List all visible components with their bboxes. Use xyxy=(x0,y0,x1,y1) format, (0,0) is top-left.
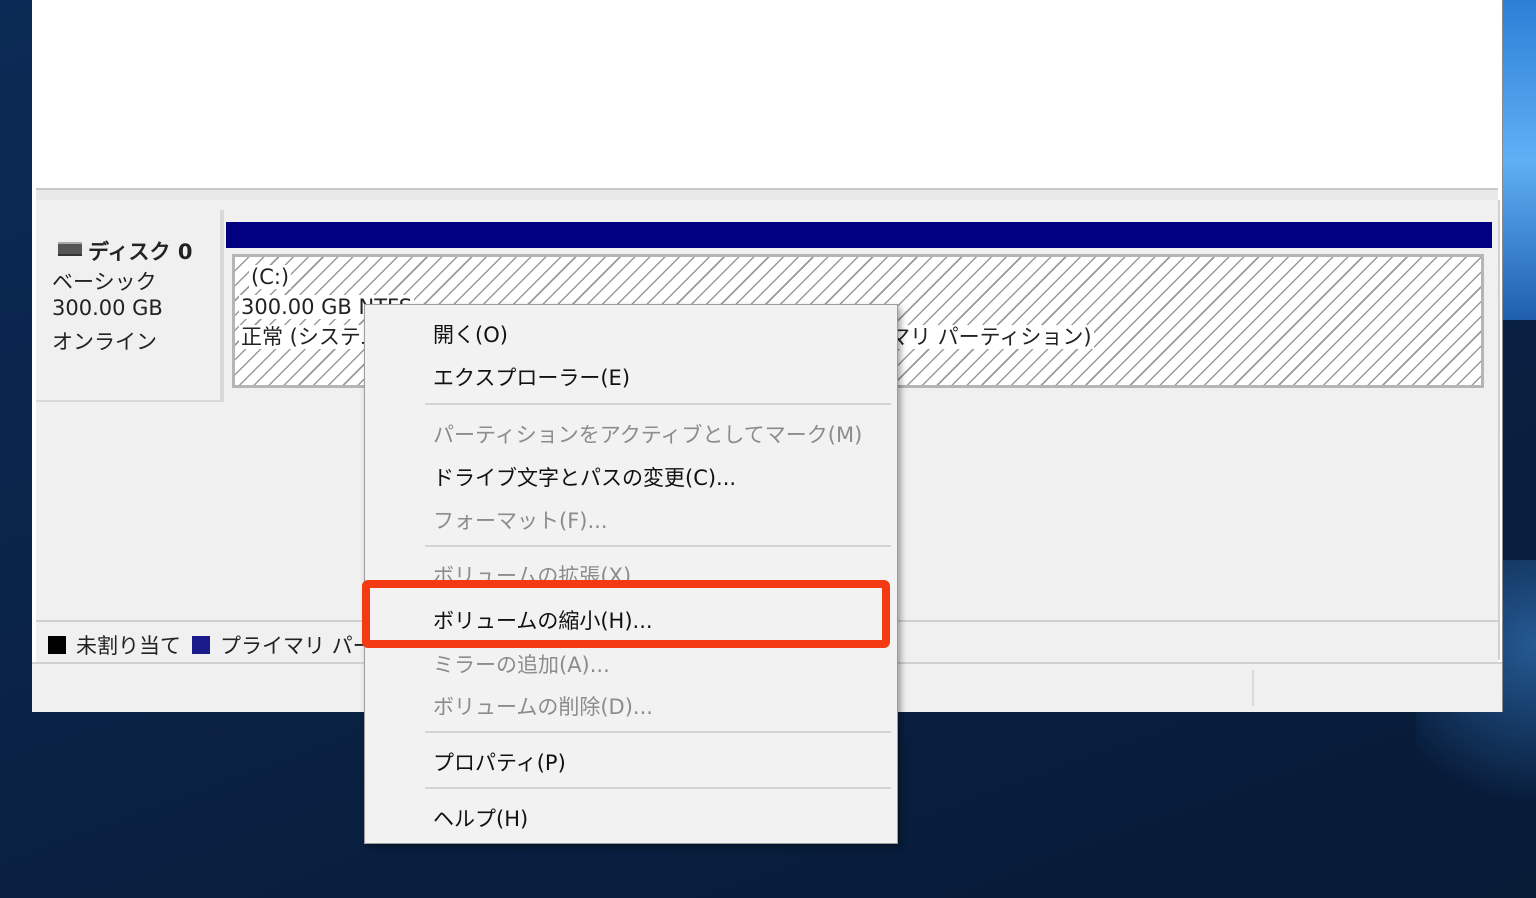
context-menu: 開く(O) エクスプローラー(E) パーティションをアクティブとしてマーク(M)… xyxy=(364,304,898,844)
menu-separator xyxy=(425,787,891,789)
disk-name: ディスク 0 xyxy=(88,240,193,264)
menu-item-mark-active[interactable]: パーティションをアクティブとしてマーク(M) xyxy=(433,419,862,449)
menu-item-explorer[interactable]: エクスプローラー(E) xyxy=(433,362,630,392)
menu-item-help[interactable]: ヘルプ(H) xyxy=(433,803,528,833)
menu-separator xyxy=(425,403,891,405)
unallocated-swatch xyxy=(48,636,66,654)
shrink-volume-highlight-box xyxy=(362,580,890,648)
volume-list-pane[interactable] xyxy=(36,0,1498,188)
menu-item-change-drive-letter[interactable]: ドライブ文字とパスの変更(C)... xyxy=(433,462,736,492)
disk-type: ベーシック xyxy=(52,270,157,294)
disk-size: 300.00 GB xyxy=(52,296,163,320)
partition-status-end: マリ パーティション) xyxy=(887,325,1094,349)
legend-unallocated: 未割り当て xyxy=(48,630,181,660)
disk-drive-icon xyxy=(58,242,82,256)
status-bar-divider xyxy=(1252,670,1254,706)
menu-separator xyxy=(425,731,891,733)
primary-swatch xyxy=(192,636,210,654)
disk-0-label[interactable]: ディスク 0 ベーシック 300.00 GB オンライン xyxy=(36,210,224,402)
menu-item-open[interactable]: 開く(O) xyxy=(433,319,508,349)
menu-item-add-mirror[interactable]: ミラーの追加(A)... xyxy=(433,649,610,679)
menu-separator xyxy=(425,545,891,547)
disk-status: オンライン xyxy=(52,330,157,354)
menu-item-properties[interactable]: プロパティ(P) xyxy=(433,747,566,777)
legend-unallocated-label: 未割り当て xyxy=(76,634,181,658)
partition-header-bar xyxy=(226,222,1492,248)
partition-status: 正常 (システム xyxy=(239,325,384,349)
menu-item-delete-volume[interactable]: ボリュームの削除(D)... xyxy=(433,691,653,721)
menu-item-format[interactable]: フォーマット(F)... xyxy=(433,505,608,535)
partition-drive-letter: (C:) xyxy=(249,265,292,289)
